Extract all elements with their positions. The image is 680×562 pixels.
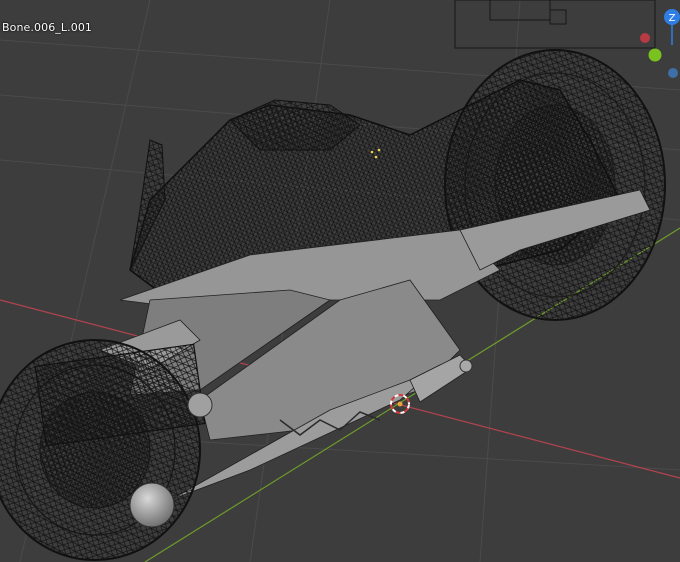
active-object-label: Bone.006_L.001: [2, 21, 93, 34]
navigation-gizmo[interactable]: Z: [630, 0, 680, 90]
svg-text:Z: Z: [669, 13, 676, 24]
front-wheel-mesh[interactable]: [0, 339, 206, 561]
y-axis-negative-gizmo-icon[interactable]: [668, 68, 678, 78]
top-box-mesh[interactable]: [454, 0, 656, 49]
y-axis-positive-gizmo-icon[interactable]: [648, 48, 662, 62]
scene-canvas[interactable]: [0, 0, 680, 562]
arm-joint-sphere[interactable]: [187, 392, 213, 418]
3d-viewport[interactable]: Bone.006_L.001 Z: [0, 0, 680, 562]
small-joint-sphere[interactable]: [459, 359, 473, 373]
x-axis-negative-gizmo-icon[interactable]: [640, 33, 650, 43]
front-hub-sphere[interactable]: [129, 482, 175, 528]
